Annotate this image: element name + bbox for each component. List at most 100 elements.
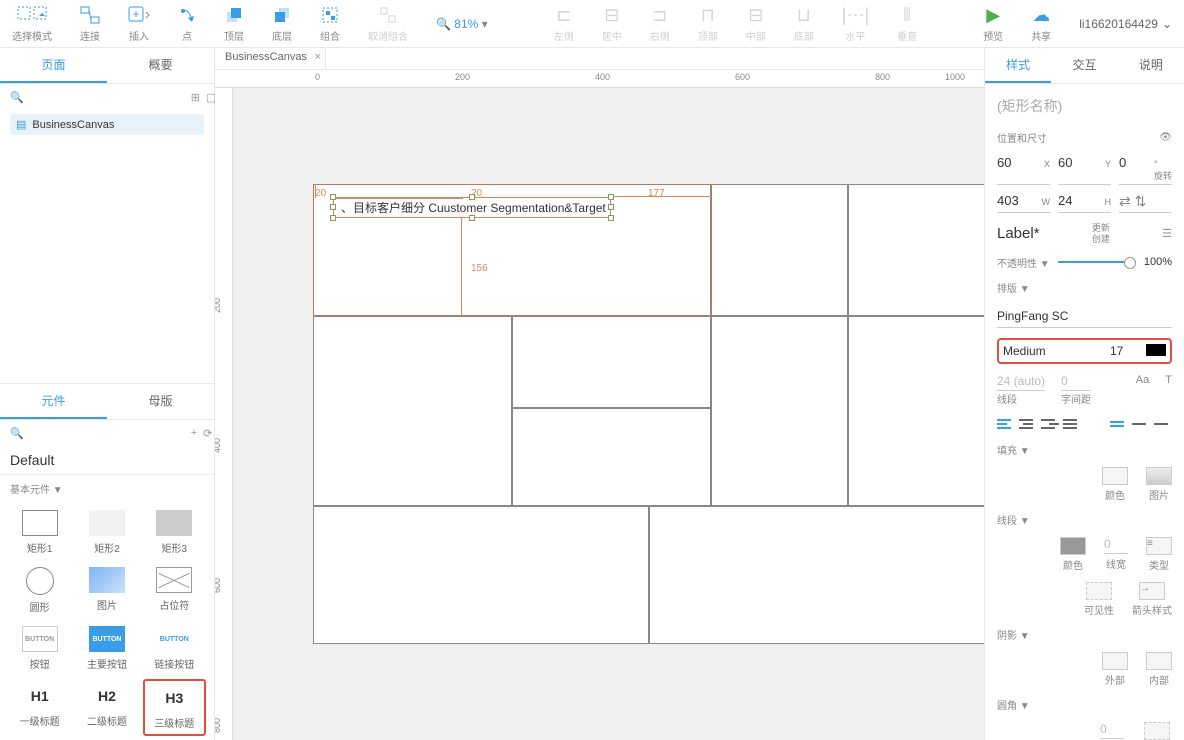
v-align-bottom[interactable] <box>1154 416 1172 432</box>
widget-rect3[interactable]: 矩形3 <box>143 506 206 559</box>
text-align-center[interactable] <box>1019 416 1037 432</box>
x-field[interactable]: 60X <box>997 155 1050 185</box>
opacity-slider[interactable] <box>1058 261 1136 263</box>
library-select[interactable]: Default <box>0 446 214 475</box>
bottom-layer-button[interactable]: 底层 <box>272 4 292 43</box>
widget-search-input[interactable] <box>30 426 185 440</box>
widget-image[interactable]: 图片 <box>75 563 138 618</box>
close-tab-icon[interactable]: × <box>315 51 321 63</box>
tab-style[interactable]: 样式 <box>985 48 1051 83</box>
search-icon: 🔍 <box>10 91 24 104</box>
page-tree-item[interactable]: ▤ BusinessCanvas <box>10 114 204 135</box>
font-size-input[interactable]: 17 <box>1110 344 1140 358</box>
letter-spacing-input[interactable]: 0 <box>1061 374 1091 391</box>
connect-button[interactable]: 连接 <box>80 4 100 43</box>
widget-rect2[interactable]: 矩形2 <box>75 506 138 559</box>
inner-shadow[interactable] <box>1146 652 1172 670</box>
tab-masters[interactable]: 母版 <box>107 384 214 419</box>
widget-h3[interactable]: H3三级标题 <box>143 679 206 736</box>
text-strike-icon[interactable]: T <box>1165 374 1172 406</box>
group-icon <box>321 4 339 26</box>
top-layer-icon <box>225 4 243 26</box>
stroke-type[interactable]: ≡ <box>1146 537 1172 555</box>
corner-section[interactable]: 圆角 ▼ <box>997 697 1172 712</box>
width-field[interactable]: 403W <box>997 193 1050 213</box>
stroke-color[interactable] <box>1060 537 1086 555</box>
widget-link-button[interactable]: BUTTON链接按钮 <box>143 622 206 675</box>
corner-radius-input[interactable]: 0 <box>1100 722 1124 739</box>
text-align-right[interactable] <box>1041 416 1059 432</box>
stroke-visibility[interactable] <box>1086 582 1112 600</box>
selection-icon <box>17 4 47 26</box>
tab-outline[interactable]: 概要 <box>107 48 214 83</box>
add-icon[interactable]: + <box>191 427 197 439</box>
shape-name-input[interactable]: (矩形名称) <box>997 92 1172 120</box>
text-align-justify[interactable] <box>1063 416 1081 432</box>
ungroup-button: 取消组合 <box>368 4 408 43</box>
widget-circle[interactable]: 圆形 <box>8 563 71 618</box>
update-style-button[interactable]: 更新 <box>1092 223 1110 234</box>
line-height-input[interactable]: 24 (auto) <box>997 374 1045 391</box>
widget-h2[interactable]: H2二级标题 <box>75 679 138 736</box>
library-icon[interactable]: ⟳ <box>203 427 212 440</box>
canvas-tab[interactable]: BusinessCanvas× <box>215 48 326 69</box>
tab-widgets[interactable]: 元件 <box>0 384 107 419</box>
widget-section-label[interactable]: 基本元件 ▼ <box>0 475 214 502</box>
typography-section[interactable]: 排版 ▼ <box>997 280 1172 295</box>
select-mode-button[interactable]: 选择模式 <box>12 4 52 43</box>
preview-button[interactable]: ▶预览 <box>983 4 1003 43</box>
widget-h1[interactable]: H1一级标题 <box>8 679 71 736</box>
shadow-section[interactable]: 阴影 ▼ <box>997 627 1172 642</box>
fill-color-icon[interactable] <box>1102 467 1128 485</box>
fill-section[interactable]: 填充 ▼ <box>997 442 1172 457</box>
zoom-control[interactable]: 🔍 81% ▾ <box>436 17 488 31</box>
text-align-left[interactable] <box>997 416 1015 432</box>
insert-button[interactable]: + 插入 <box>128 4 150 43</box>
group-button[interactable]: 组合 <box>320 4 340 43</box>
stroke-width-input[interactable]: 0 <box>1104 537 1128 554</box>
point-icon <box>178 4 196 26</box>
position-section-label: 位置和尺寸 <box>997 130 1047 145</box>
flip-buttons[interactable]: ⇄ ⇅ <box>1119 193 1172 213</box>
opacity-value[interactable]: 100% <box>1144 256 1172 268</box>
fill-image-icon[interactable] <box>1146 467 1172 485</box>
point-button[interactable]: 点 <box>178 4 196 43</box>
v-align-middle[interactable] <box>1132 416 1150 432</box>
top-layer-button[interactable]: 顶层 <box>224 4 244 43</box>
tab-pages[interactable]: 页面 <box>0 48 107 83</box>
add-page-icon[interactable]: ⊞ <box>191 91 200 104</box>
v-align-top[interactable] <box>1110 416 1128 432</box>
user-menu[interactable]: li16620164429⌄ <box>1079 17 1172 31</box>
search-icon: 🔍 <box>436 17 451 31</box>
outer-shadow[interactable] <box>1102 652 1128 670</box>
share-button[interactable]: ☁共享 <box>1031 4 1051 43</box>
font-weight-select[interactable]: Medium <box>1003 344 1104 358</box>
align-left-icon: ⊏ <box>556 4 571 26</box>
pages-search-input[interactable] <box>30 90 185 104</box>
font-family-select[interactable]: PingFang SC <box>997 305 1172 328</box>
stroke-section[interactable]: 线段 ▼ <box>997 512 1172 527</box>
text-case-icon[interactable]: Aa <box>1136 374 1149 406</box>
tab-interact[interactable]: 交互 <box>1051 48 1117 83</box>
right-panel: 样式 交互 说明 (矩形名称) 位置和尺寸 👁 60X 60Y 0°旋转 403W… <box>984 48 1184 740</box>
y-field[interactable]: 60Y <box>1058 155 1111 185</box>
canvas-area[interactable]: BusinessCanvas× 0 200 400 600 800 1000 2… <box>215 48 984 740</box>
rotation-field[interactable]: 0°旋转 <box>1119 155 1172 185</box>
search-icon: 🔍 <box>10 427 24 440</box>
align-left-button: ⊏左侧 <box>554 4 574 43</box>
corner-visibility[interactable] <box>1144 722 1170 740</box>
widget-button[interactable]: BUTTON按钮 <box>8 622 71 675</box>
arrow-style[interactable]: → <box>1139 582 1165 600</box>
create-style-button[interactable]: 创建 <box>1092 234 1110 245</box>
tab-notes[interactable]: 说明 <box>1118 48 1184 83</box>
height-field[interactable]: 24H <box>1058 193 1111 213</box>
widget-placeholder[interactable]: 占位符 <box>143 563 206 618</box>
widget-rect1[interactable]: 矩形1 <box>8 506 71 559</box>
artboard[interactable] <box>313 184 984 644</box>
style-menu-icon[interactable]: ☰ <box>1162 227 1172 240</box>
widget-primary-button[interactable]: BUTTON主要按钮 <box>75 622 138 675</box>
measurement-label: 20 <box>315 188 326 199</box>
visibility-icon[interactable]: 👁 <box>1159 132 1172 143</box>
dist-v-icon: ⦀ <box>903 4 911 26</box>
text-color-swatch[interactable] <box>1146 344 1166 356</box>
